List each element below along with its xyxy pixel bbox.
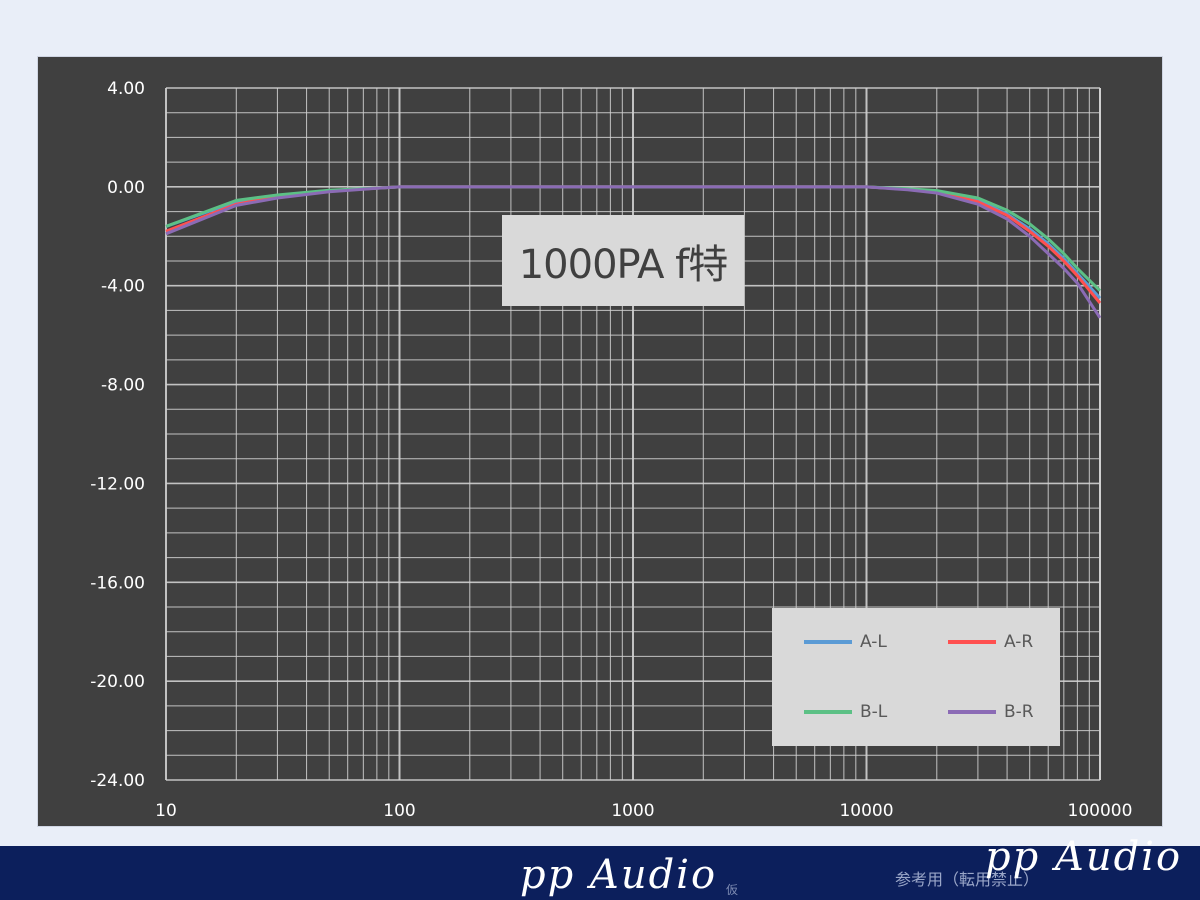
y-tick-label: -20.00 bbox=[90, 672, 145, 692]
x-axis-ticks: 10 100 1000 10000 100000 bbox=[155, 801, 1132, 821]
brand-logo: pp Audio bbox=[520, 852, 718, 898]
x-tick-label: 10 bbox=[155, 801, 177, 821]
legend-label-b-r: B-R bbox=[1004, 702, 1034, 722]
legend-item-b-l: B-L bbox=[804, 702, 887, 722]
chart-title: 1000PA f特 bbox=[518, 241, 729, 288]
legend-swatch-a-r bbox=[948, 640, 996, 644]
y-tick-label: -8.00 bbox=[101, 376, 145, 396]
legend-label-a-r: A-R bbox=[1004, 632, 1034, 652]
brand-logo-right: pp Audio bbox=[985, 834, 1183, 880]
x-tick-label: 100 bbox=[383, 801, 415, 821]
y-tick-label: -12.00 bbox=[90, 474, 145, 494]
legend-swatch-a-l bbox=[804, 640, 852, 644]
y-tick-label: -24.00 bbox=[90, 771, 145, 791]
legend-swatch-b-r bbox=[948, 710, 996, 714]
legend-item-a-l: A-L bbox=[804, 632, 887, 652]
y-tick-label: 0.00 bbox=[107, 178, 145, 198]
legend-label-b-l: B-L bbox=[860, 702, 888, 722]
x-tick-label: 1000 bbox=[611, 801, 654, 821]
chart-title-box: 1000PA f特 bbox=[502, 215, 744, 306]
legend: A-L A-R B-L B-R bbox=[772, 608, 1060, 746]
y-tick-label: -16.00 bbox=[90, 573, 145, 593]
y-tick-label: 4.00 bbox=[107, 79, 145, 99]
x-tick-label: 10000 bbox=[839, 801, 893, 821]
legend-label-a-l: A-L bbox=[860, 632, 887, 652]
legend-item-b-r: B-R bbox=[948, 702, 1034, 722]
chart-panel: 10 100 1000 10000 100000 4.00 0.00 -4.00 -8.00 -… bbox=[37, 56, 1163, 827]
brand-small-text: 仮 bbox=[726, 883, 739, 897]
x-tick-label: 100000 bbox=[1068, 801, 1133, 821]
legend-item-a-r: A-R bbox=[948, 632, 1033, 652]
legend-swatch-b-l bbox=[804, 710, 852, 714]
y-tick-label: -4.00 bbox=[101, 277, 145, 297]
y-axis-ticks: 4.00 0.00 -4.00 -8.00 -12.00 -16.00 -20.00 -24.… bbox=[90, 79, 145, 791]
